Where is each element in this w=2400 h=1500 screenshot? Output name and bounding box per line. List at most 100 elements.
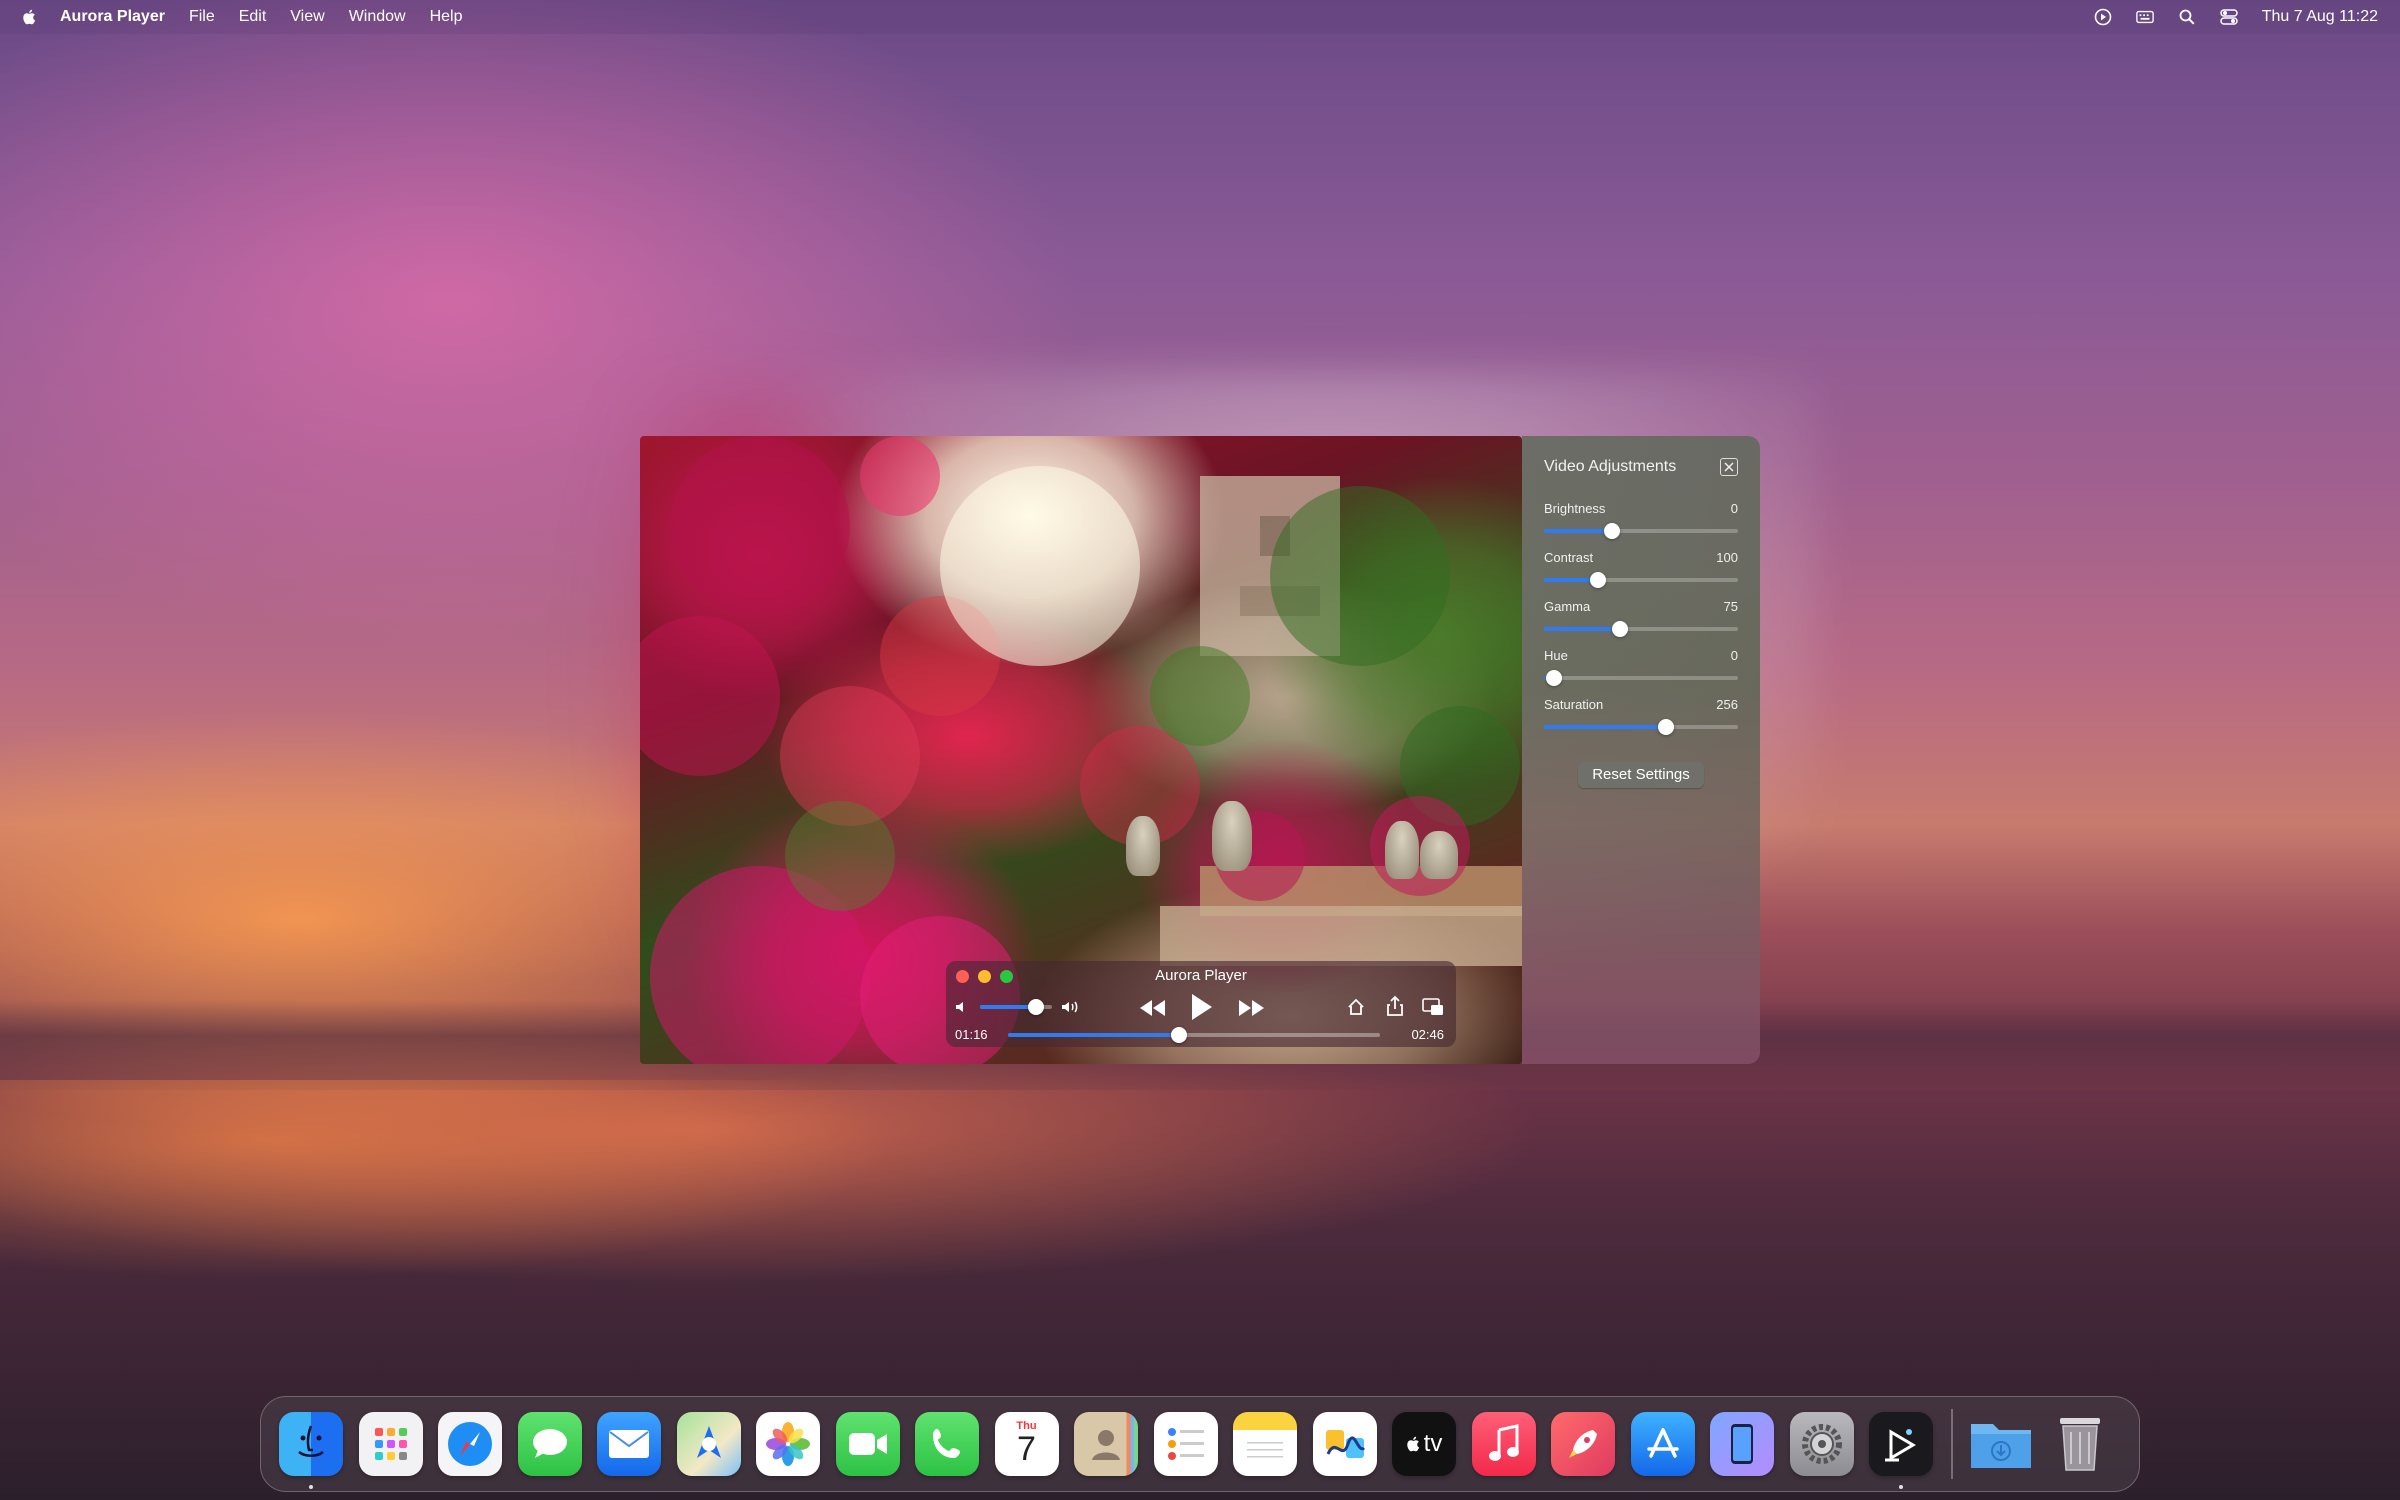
rewind-button-icon[interactable] — [1138, 997, 1168, 1019]
tv-apple-icon — [1406, 1436, 1419, 1452]
dock-mail[interactable] — [597, 1412, 661, 1476]
fast-forward-button-icon[interactable] — [1236, 997, 1266, 1019]
picture-in-picture-icon[interactable] — [1422, 998, 1444, 1016]
gamma-slider-knob[interactable] — [1612, 621, 1628, 637]
calendar-day: 7 — [1017, 1430, 1036, 1468]
volume-high-icon[interactable] — [1060, 998, 1082, 1016]
gamma-label: Gamma — [1544, 599, 1591, 614]
finder-icon — [298, 1425, 324, 1457]
chat-bubble-icon — [532, 1429, 567, 1458]
dock-messages[interactable] — [517, 1412, 582, 1476]
gear-icon — [1801, 1424, 1842, 1464]
envelope-icon — [609, 1430, 649, 1458]
launchpad-grid-icon — [374, 1428, 407, 1460]
hue-value: 0 — [1730, 648, 1738, 663]
playback-scrubber-fill — [1008, 1033, 1179, 1037]
saturation-slider-knob[interactable] — [1658, 719, 1674, 735]
contrast-value: 100 — [1716, 550, 1738, 565]
brightness-slider-fill — [1544, 529, 1612, 533]
dock-freeform[interactable] — [1312, 1412, 1377, 1476]
notes-lines-icon — [1247, 1442, 1283, 1458]
share-icon[interactable] — [1386, 995, 1404, 1017]
tv-label: tv — [1423, 1430, 1443, 1457]
total-duration: 02:46 — [1411, 1027, 1444, 1042]
map-pin-icon — [696, 1426, 721, 1458]
rocket-icon — [1569, 1430, 1597, 1458]
menu-bar: Aurora Player File Edit View Window Help… — [0, 0, 2400, 34]
saturation-value: 256 — [1716, 697, 1738, 712]
player-title: Aurora Player — [1155, 967, 1247, 984]
play-circle-icon[interactable] — [2094, 8, 2112, 26]
search-icon[interactable] — [2178, 8, 2196, 26]
player-control-bar: Aurora Player 01:16 02:46 — [946, 961, 1456, 1047]
keyboard-icon[interactable] — [2135, 8, 2154, 26]
hue-slider-knob[interactable] — [1546, 670, 1562, 686]
menu-file[interactable]: File — [189, 8, 215, 26]
dock-launchpad[interactable] — [358, 1412, 423, 1476]
control-center-icon[interactable] — [2220, 8, 2238, 26]
close-panel-button[interactable] — [1720, 458, 1738, 476]
volume-mute-icon[interactable] — [954, 999, 970, 1015]
dock-trash[interactable] — [2048, 1412, 2112, 1476]
brightness-slider-knob[interactable] — [1604, 523, 1620, 539]
monkey-figure — [1385, 821, 1419, 879]
brightness-slider[interactable] — [1544, 523, 1738, 539]
dock-finder[interactable] — [279, 1412, 343, 1489]
monkey-figure — [1126, 816, 1160, 876]
menu-clock[interactable]: Thu 7 Aug 11:22 — [2262, 8, 2378, 26]
contrast-label: Contrast — [1544, 550, 1594, 565]
menu-edit[interactable]: Edit — [239, 8, 267, 26]
person-icon — [1092, 1430, 1120, 1460]
dock-downloads-folder[interactable] — [1969, 1412, 2033, 1476]
dock-contacts[interactable] — [1074, 1412, 1138, 1476]
gamma-slider[interactable] — [1544, 621, 1738, 637]
hue-slider[interactable] — [1544, 670, 1738, 686]
dock-aurora-player[interactable] — [1869, 1412, 1933, 1489]
app-store-a-icon — [1646, 1428, 1679, 1458]
close-icon — [1724, 462, 1734, 472]
panel-title: Video Adjustments — [1544, 458, 1677, 475]
dock-system-settings[interactable] — [1789, 1412, 1854, 1476]
dock-phone[interactable] — [915, 1412, 979, 1476]
aurora-player-icon — [1885, 1429, 1916, 1462]
dock-safari[interactable] — [438, 1412, 502, 1476]
dock-calendar[interactable]: Thu 7 — [994, 1412, 1059, 1476]
dock-music[interactable] — [1471, 1412, 1536, 1476]
menu-app-name[interactable]: Aurora Player — [60, 8, 165, 26]
gamma-slider-fill — [1544, 627, 1620, 631]
menu-window[interactable]: Window — [349, 8, 406, 26]
dock-reminders[interactable] — [1153, 1412, 1218, 1476]
dock-photos[interactable] — [756, 1412, 820, 1476]
volume-slider-knob[interactable] — [1028, 999, 1044, 1015]
dock-notes[interactable] — [1233, 1412, 1297, 1476]
apple-menu-icon[interactable] — [22, 8, 38, 26]
dock-iphone-mirroring[interactable] — [1710, 1412, 1774, 1476]
playback-scrubber-knob[interactable] — [1171, 1027, 1187, 1043]
monkey-figure — [1212, 801, 1252, 871]
dock-facetime[interactable] — [835, 1412, 900, 1476]
playback-scrubber[interactable] — [1008, 1027, 1380, 1043]
dock-maps[interactable] — [676, 1412, 741, 1476]
folder-icon — [1970, 1424, 2031, 1468]
monkey-figure — [1420, 831, 1458, 879]
running-indicator — [309, 1485, 313, 1489]
running-indicator — [1899, 1485, 1903, 1489]
reset-settings-button[interactable]: Reset Settings — [1578, 762, 1704, 788]
play-button-icon[interactable] — [1188, 992, 1214, 1022]
contrast-slider[interactable] — [1544, 572, 1738, 588]
checklist-icon — [1167, 1428, 1204, 1460]
dock: Thu 7 tv — [260, 1396, 2140, 1492]
home-icon[interactable] — [1346, 997, 1366, 1017]
saturation-slider[interactable] — [1544, 719, 1738, 735]
brightness-value: 0 — [1730, 501, 1738, 516]
dock-rocket[interactable] — [1551, 1412, 1615, 1476]
freeform-scribble-icon — [1325, 1430, 1365, 1458]
trash-icon — [2060, 1418, 2100, 1471]
volume-slider[interactable] — [980, 999, 1052, 1015]
iphone-icon — [1731, 1424, 1753, 1464]
menu-help[interactable]: Help — [430, 8, 463, 26]
contrast-slider-knob[interactable] — [1590, 572, 1606, 588]
dock-app-store[interactable] — [1630, 1412, 1695, 1476]
dock-tv[interactable]: tv — [1392, 1412, 1456, 1476]
menu-view[interactable]: View — [290, 8, 324, 26]
